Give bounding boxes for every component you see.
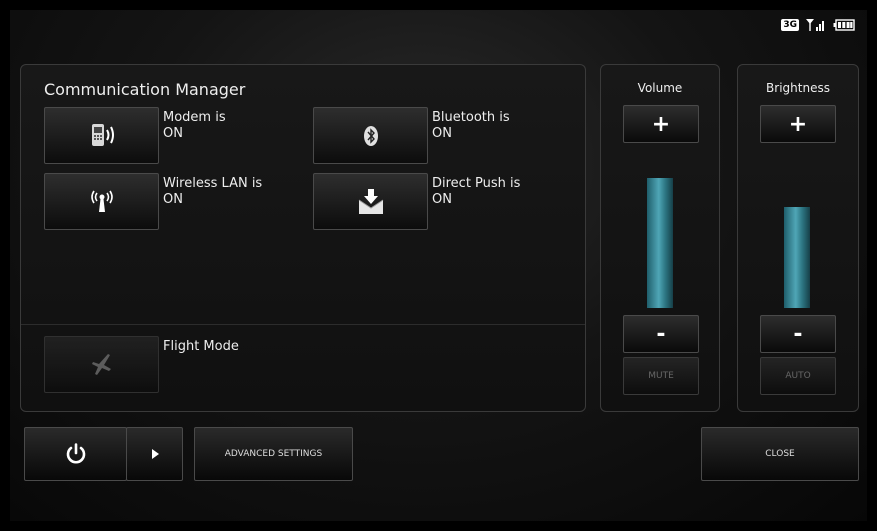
direct-push-status-label: Direct Push is ON [432, 176, 521, 207]
volume-title: Volume [637, 81, 683, 95]
close-button[interactable]: CLOSE [701, 427, 859, 481]
bluetooth-toggle-button[interactable] [313, 107, 428, 164]
power-menu-arrow-button[interactable] [126, 427, 183, 481]
panel-title: Communication Manager [44, 80, 246, 99]
bluetooth-status-label: Bluetooth is ON [432, 110, 510, 141]
auto-brightness-button[interactable]: AUTO [760, 357, 836, 395]
volume-level-fill [647, 177, 673, 308]
modem-toggle-button[interactable] [44, 107, 159, 164]
advanced-settings-button[interactable]: ADVANCED SETTINGS [194, 427, 353, 481]
status-bar: 3G [781, 18, 855, 32]
brightness-down-button[interactable]: - [760, 315, 836, 353]
brightness-title: Brightness [766, 81, 830, 95]
volume-up-button[interactable]: + [623, 105, 699, 143]
wireless-lan-status-label: Wireless LAN is ON [163, 176, 263, 207]
airplane-icon [91, 353, 111, 375]
volume-panel: Volume + - MUTE [600, 64, 720, 412]
modem-status-label: Modem is ON [163, 110, 226, 141]
volume-down-button[interactable]: - [623, 315, 699, 353]
play-arrow-icon [151, 449, 159, 459]
wireless-lan-toggle-button[interactable] [44, 173, 159, 230]
brightness-level-bar[interactable] [784, 175, 810, 308]
communication-manager-panel: Communication Manager Modem is ON Blueto… [20, 64, 586, 412]
direct-push-toggle-button[interactable] [313, 173, 428, 230]
bluetooth-icon [363, 125, 378, 146]
brightness-panel: Brightness + - AUTO [737, 64, 859, 412]
battery-icon [833, 19, 855, 31]
signal-icon [806, 19, 824, 31]
flight-mode-toggle-button[interactable] [44, 336, 159, 393]
power-button[interactable] [24, 427, 127, 481]
envelope-download-icon [358, 188, 383, 214]
flight-mode-label: Flight Mode [163, 339, 239, 354]
network-3g-icon: 3G [781, 19, 799, 31]
panel-divider [21, 324, 585, 325]
phone-signal-icon [91, 123, 114, 146]
mute-button[interactable]: MUTE [623, 357, 699, 395]
brightness-level-fill [784, 206, 810, 308]
volume-level-bar[interactable] [647, 175, 673, 308]
antenna-icon [90, 190, 113, 212]
screen: 3G Communication Manager Modem is ON Blu… [10, 10, 867, 521]
brightness-up-button[interactable]: + [760, 105, 836, 143]
power-icon [66, 443, 85, 464]
